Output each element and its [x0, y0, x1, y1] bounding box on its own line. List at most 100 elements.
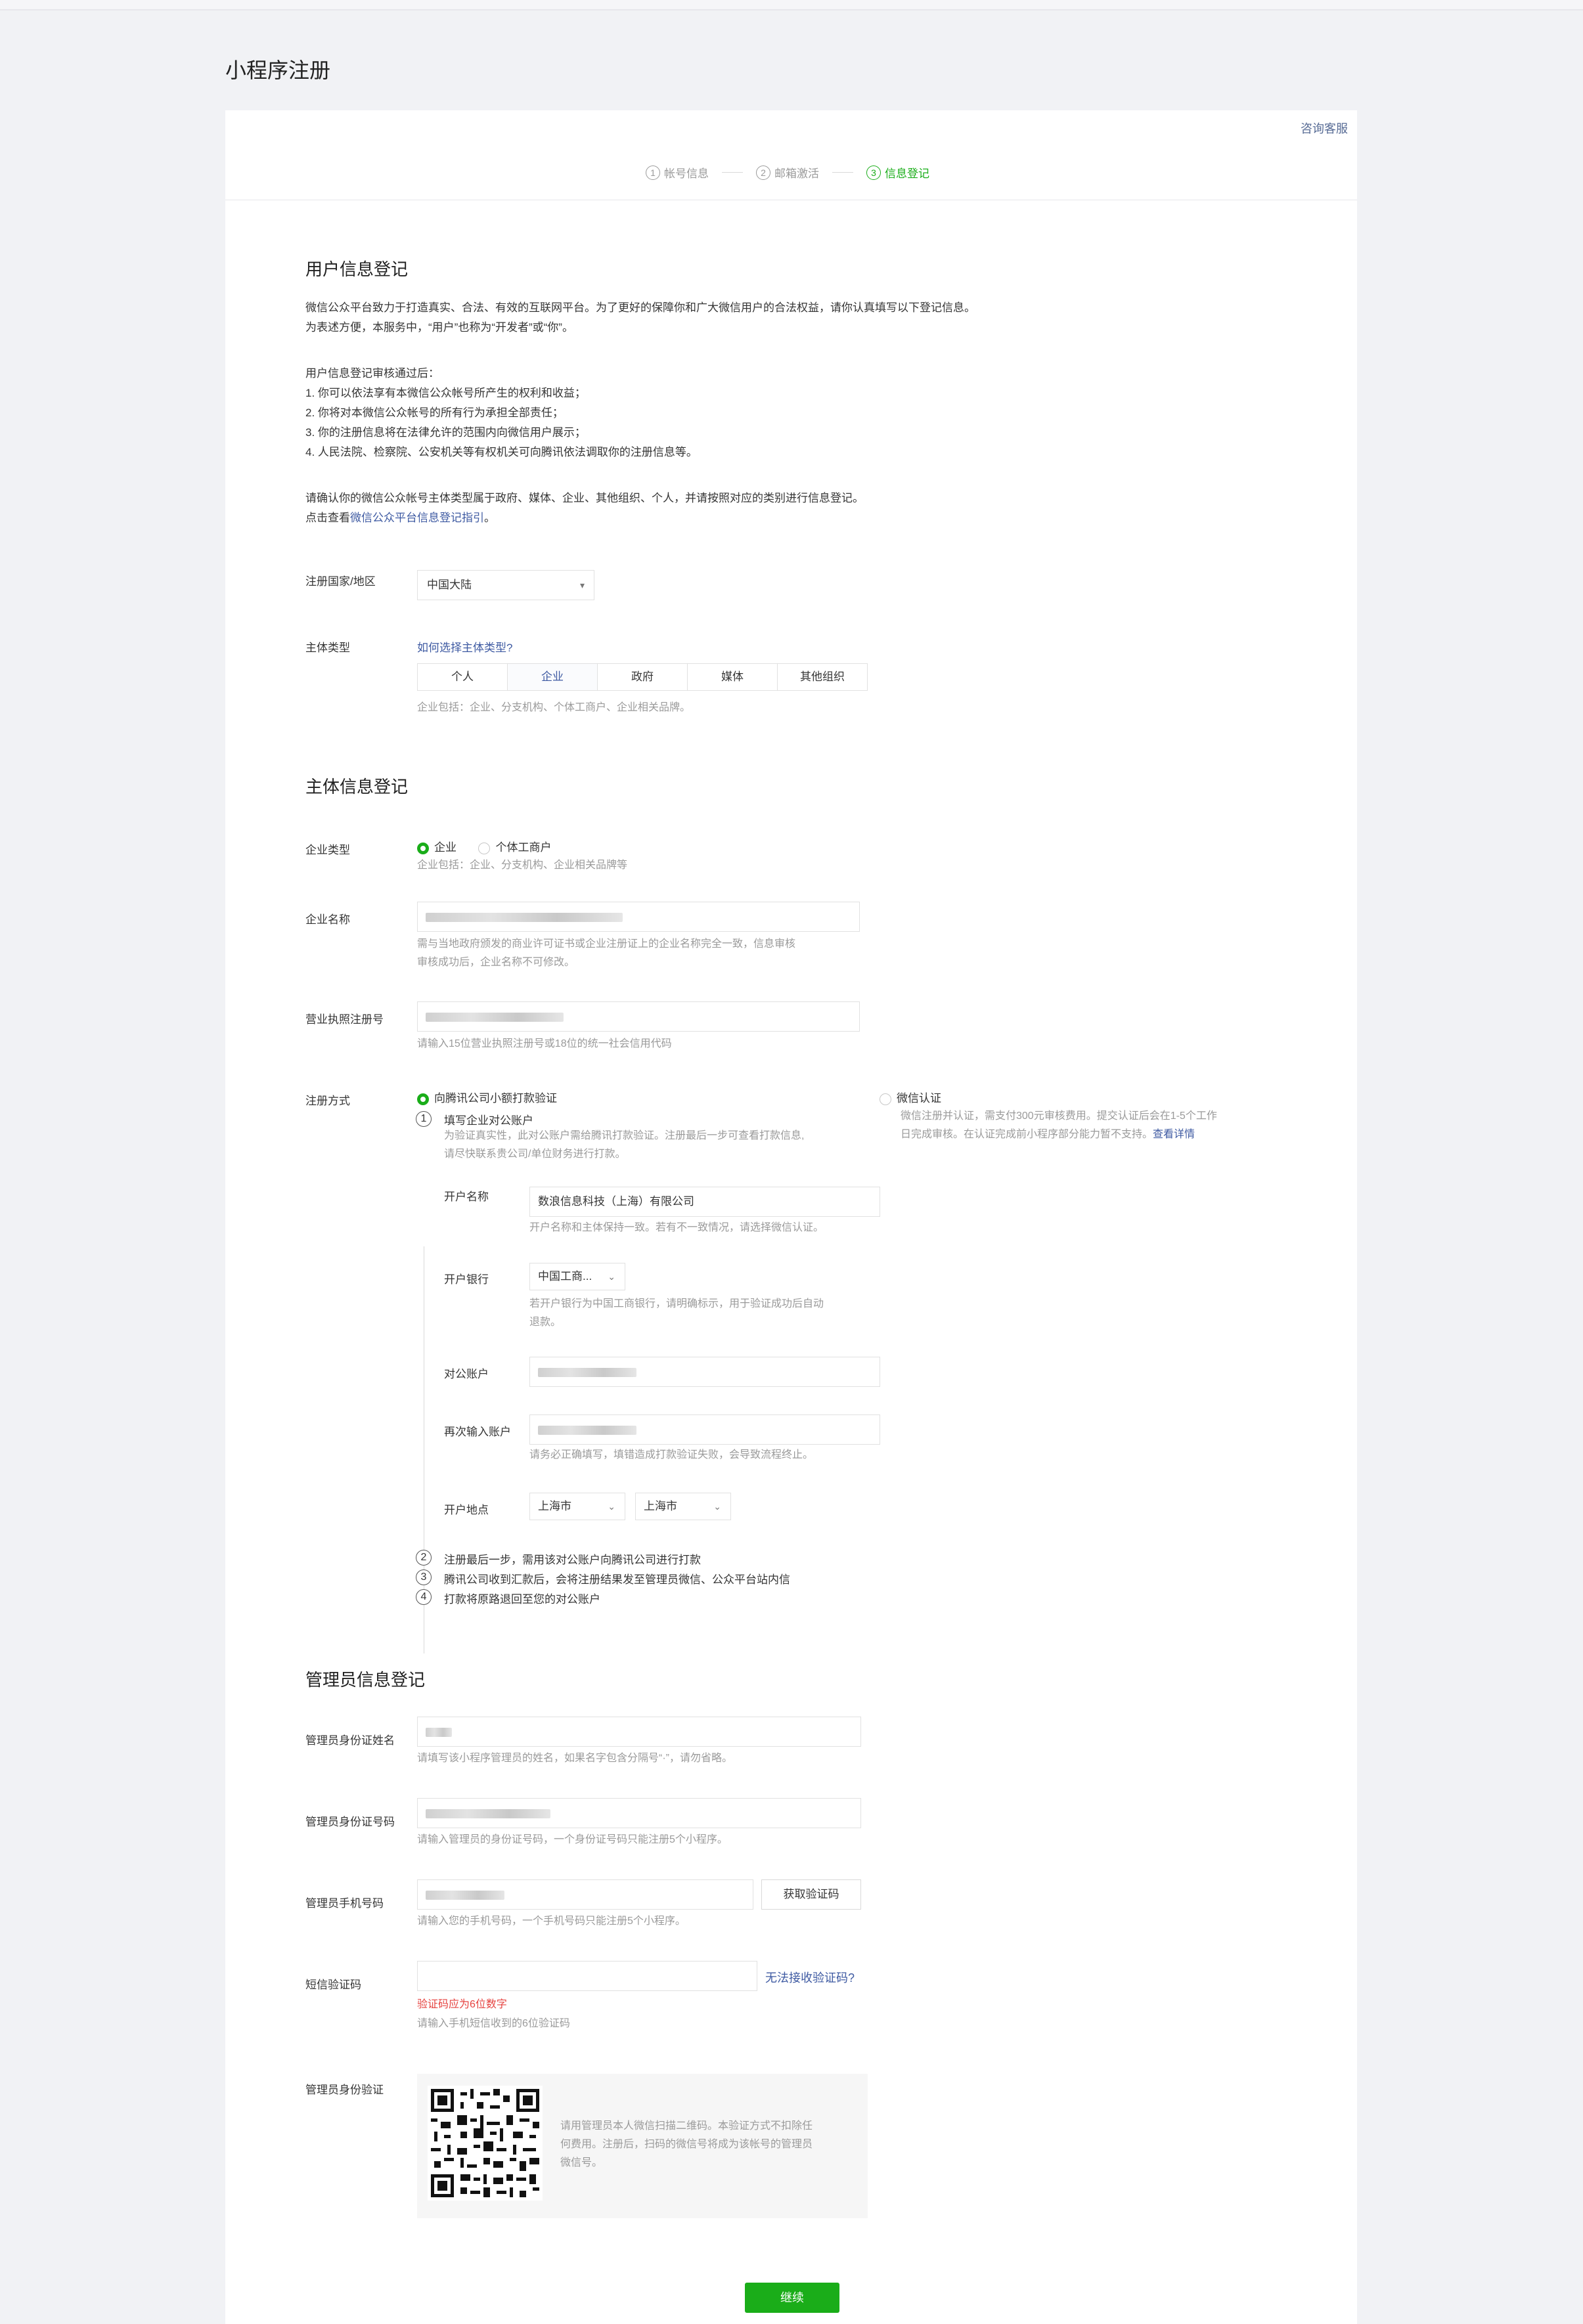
- subject-type-government[interactable]: 政府: [598, 664, 688, 690]
- user-info-title: 用户信息登记: [305, 259, 409, 279]
- hint-line: 审核成功后，企业名称不可修改。: [417, 957, 575, 968]
- admin-name-input[interactable]: [417, 1717, 861, 1747]
- qr-verify-box: 请用管理员本人微信扫描二维码。本验证方式不扣除任 何费用。注册后，扫码的微信号将…: [417, 2074, 868, 2218]
- company-type-label: 企业类型: [305, 844, 350, 856]
- desc-line: 微信注册并认证，需支付300元审核费用。提交认证后会在1-5个工作: [901, 1110, 1217, 1122]
- subject-type-other[interactable]: 其他组织: [778, 664, 867, 690]
- qr-code: [428, 2086, 543, 2201]
- guide-suffix: 。: [484, 512, 495, 524]
- step-label: 邮箱激活: [774, 167, 819, 180]
- company-type-individual[interactable]: 个体工商户: [495, 841, 551, 854]
- desc-line: 何费用。注册后，扫码的微信号将成为该帐号的管理员: [560, 2139, 813, 2150]
- company-type-options: 企业 个体工商户: [417, 838, 551, 854]
- desc-line: 日完成审核。在认证完成前小程序部分能力暂不支持。: [901, 1129, 1153, 1140]
- province-value: 上海市: [538, 1500, 571, 1512]
- desc-line: 请尽快联系贵公司/单位财务进行打款。: [444, 1149, 626, 1160]
- continue-button[interactable]: 继续: [745, 2283, 839, 2313]
- subject-type-media[interactable]: 媒体: [688, 664, 778, 690]
- step-progress: 1 帐号信息 2 邮箱激活 3 信息登记: [646, 164, 929, 181]
- hint-line: 退款。: [529, 1317, 562, 1328]
- method-wechat-verify-label: 微信认证: [897, 1092, 941, 1105]
- subject-type-hint: 企业包括：企业、分支机构、个体工商户、企业相关品牌。: [417, 702, 691, 713]
- step-label: 帐号信息: [664, 167, 709, 180]
- sms-help-link[interactable]: 无法接收验证码?: [765, 1969, 855, 1986]
- after-item: 2. 你将对本微信公众帐号的所有行为承担全部责任；: [305, 406, 564, 419]
- step-email-activation: 2 邮箱激活: [756, 164, 819, 181]
- help-link[interactable]: 咨询客服: [1301, 120, 1348, 137]
- after-item: 3. 你的注册信息将在法律允许的范围内向微信用户展示；: [305, 426, 586, 439]
- guide-prefix: 点击查看: [305, 512, 350, 524]
- company-name-input[interactable]: [417, 902, 860, 932]
- radio-checked-icon[interactable]: [417, 1093, 429, 1105]
- subject-type-personal[interactable]: 个人: [418, 664, 508, 690]
- step-3-text: 腾讯公司收到汇款后，会将注册结果发至管理员微信、公众平台站内信: [444, 1573, 790, 1586]
- step-2-text: 注册最后一步，需用该对公账户向腾讯公司进行打款: [444, 1554, 701, 1566]
- admin-id-label: 管理员身份证号码: [305, 1816, 395, 1828]
- get-code-button[interactable]: 获取验证码: [761, 1879, 861, 1910]
- qr-verify-desc: 请用管理员本人微信扫描二维码。本验证方式不扣除任 何费用。注册后，扫码的微信号将…: [560, 2117, 856, 2172]
- desc-line: 为验证真实性，此对公账户需给腾讯打款验证。注册最后一步可查看打款信息,: [444, 1130, 805, 1141]
- step-2-number: 2: [416, 1550, 432, 1566]
- step-number: 1: [646, 165, 660, 180]
- step-1-number: 1: [416, 1111, 432, 1127]
- sms-code-input[interactable]: [417, 1961, 757, 1991]
- step-4-number: 4: [416, 1589, 432, 1605]
- company-type-enterprise[interactable]: 企业: [434, 841, 457, 854]
- hint-line: 若开户银行为中国工商银行，请明确标示，用于验证成功后自动: [529, 1298, 824, 1309]
- confirm-text: 请确认你的微信公众帐号主体类型属于政府、媒体、企业、其他组织、个人，并请按照对应…: [305, 492, 864, 504]
- bank-select[interactable]: 中国工商... ⌄: [529, 1263, 625, 1290]
- account-name-label: 开户名称: [444, 1191, 489, 1203]
- step-3-number: 3: [416, 1569, 432, 1585]
- user-info-confirm: 请确认你的微信公众帐号主体类型属于政府、媒体、企业、其他组织、个人，并请按照对应…: [305, 489, 864, 528]
- sms-code-error: 验证码应为6位数字: [417, 1999, 507, 2010]
- qr-code-image: [428, 2086, 543, 2201]
- step-number: 3: [866, 165, 881, 180]
- admin-id-input[interactable]: [417, 1798, 861, 1828]
- method-wechat-verify[interactable]: 微信认证: [880, 1089, 941, 1105]
- admin-phone-hint: 请输入您的手机号码，一个手机号码只能注册5个小程序。: [417, 1916, 686, 1927]
- subject-type-enterprise[interactable]: 企业: [508, 664, 598, 690]
- account-label: 对公账户: [444, 1368, 489, 1380]
- license-input[interactable]: [417, 1001, 860, 1032]
- chevron-down-icon: ⌄: [608, 1271, 615, 1282]
- wechat-verify-details-link[interactable]: 查看详情: [1153, 1129, 1195, 1140]
- after-item: 4. 人民法院、检察院、公安机关等有权机关可向腾讯依法调取你的注册信息等。: [305, 446, 698, 458]
- subject-type-help-link[interactable]: 如何选择主体类型?: [417, 638, 512, 655]
- step-separator: [722, 172, 743, 173]
- after-title: 用户信息登记审核通过后：: [305, 367, 439, 380]
- subject-type-label: 主体类型: [305, 642, 350, 654]
- chevron-down-icon: ⌄: [713, 1501, 721, 1512]
- account-repeat-input[interactable]: [529, 1414, 880, 1445]
- wechat-verify-desc: 微信注册并认证，需支付300元审核费用。提交认证后会在1-5个工作 日完成审核。…: [901, 1107, 1217, 1144]
- radio-checked-icon[interactable]: [417, 842, 429, 854]
- desc-line: 请用管理员本人微信扫描二维码。本验证方式不扣除任: [560, 2120, 813, 2132]
- country-select[interactable]: 中国大陆 ▾: [417, 570, 594, 600]
- city-value: 上海市: [644, 1500, 677, 1512]
- method-bank-transfer-label: 向腾讯公司小额打款验证: [434, 1092, 557, 1105]
- account-name-hint: 开户名称和主体保持一致。若有不一致情况，请选择微信认证。: [529, 1222, 824, 1233]
- desc-line: 微信号。: [560, 2157, 603, 2168]
- city-select[interactable]: 上海市 ⌄: [635, 1493, 731, 1520]
- radio-unchecked-icon[interactable]: [880, 1093, 891, 1105]
- user-info-intro: 微信公众平台致力于打造真实、合法、有效的互联网平台。为了更好的保障你和广大微信用…: [305, 298, 975, 338]
- admin-id-hint: 请输入管理员的身份证号码，一个身份证号码只能注册5个小程序。: [417, 1834, 728, 1845]
- license-label: 营业执照注册号: [305, 1013, 384, 1026]
- sms-code-label: 短信验证码: [305, 1979, 361, 1991]
- province-select[interactable]: 上海市 ⌄: [529, 1493, 625, 1520]
- registration-card: 咨询客服 1 帐号信息 2 邮箱激活 3 信息登记 用户信息登记 微信公众平台致…: [225, 110, 1357, 2324]
- guide-link[interactable]: 微信公众平台信息登记指引: [350, 512, 484, 524]
- method-bank-transfer[interactable]: 向腾讯公司小额打款验证: [417, 1089, 557, 1105]
- step-separator: [832, 172, 853, 173]
- step-info-registration: 3 信息登记: [866, 164, 929, 181]
- country-value: 中国大陆: [427, 579, 472, 591]
- radio-unchecked-icon[interactable]: [478, 842, 491, 854]
- intro-line: 微信公众平台致力于打造真实、合法、有效的互联网平台。为了更好的保障你和广大微信用…: [305, 301, 975, 314]
- account-input[interactable]: [529, 1357, 880, 1387]
- admin-phone-label: 管理员手机号码: [305, 1897, 384, 1910]
- guide-line: 点击查看微信公众平台信息登记指引。: [305, 508, 864, 528]
- account-name-input[interactable]: 数浪信息科技（上海）有限公司: [529, 1187, 880, 1217]
- intro-line: 为表述方便，本服务中，“用户”也称为“开发者”或“你”。: [305, 321, 573, 334]
- step-label: 信息登记: [885, 167, 929, 180]
- admin-phone-input[interactable]: [417, 1879, 753, 1910]
- page-title: 小程序注册: [225, 58, 331, 82]
